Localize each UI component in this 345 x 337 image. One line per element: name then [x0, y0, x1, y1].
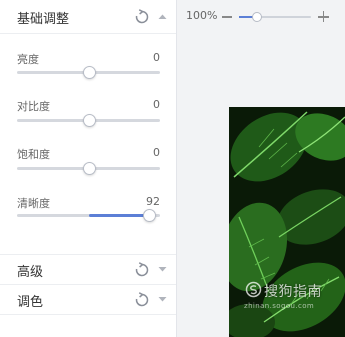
clarity-label: 清晰度 — [17, 197, 50, 210]
section-title-color: 调色 — [17, 294, 44, 310]
brightness-value: 0 — [153, 51, 160, 64]
divider — [0, 33, 176, 34]
contrast-slider-thumb[interactable] — [82, 114, 96, 127]
section-header-advanced[interactable]: 高级 — [0, 255, 176, 285]
contrast-label: 对比度 — [17, 100, 50, 113]
clarity-slider[interactable] — [17, 209, 160, 222]
zoom-percent: 100% — [186, 9, 218, 22]
section-title-advanced: 高级 — [17, 264, 44, 280]
brightness-label: 亮度 — [17, 53, 39, 66]
reset-icon[interactable] — [134, 9, 150, 25]
adjust-panel: 基础调整 亮度 0 对比度 0 饱和度 0 清晰度 92 高级 调色 — [0, 0, 177, 337]
watermark-text: 搜狗指南 — [264, 284, 322, 300]
brightness-slider[interactable] — [17, 66, 160, 79]
saturation-slider[interactable] — [17, 162, 160, 175]
section-header-basic[interactable]: 基础调整 — [0, 2, 176, 32]
divider — [0, 314, 176, 315]
reset-icon[interactable] — [134, 292, 150, 308]
saturation-label: 饱和度 — [17, 148, 50, 161]
brightness-slider-thumb[interactable] — [82, 66, 96, 79]
zoom-slider[interactable] — [239, 12, 311, 22]
chevron-down-icon[interactable] — [158, 296, 167, 303]
clarity-slider-thumb[interactable] — [142, 209, 156, 222]
saturation-slider-thumb[interactable] — [82, 162, 96, 175]
clarity-value: 92 — [146, 195, 160, 208]
section-header-color[interactable]: 调色 — [0, 285, 176, 315]
reset-icon[interactable] — [134, 262, 150, 278]
watermark-url: zhinan.sogou.com — [244, 302, 315, 310]
section-title-basic: 基础调整 — [17, 11, 70, 27]
zoom-slider-thumb[interactable] — [252, 12, 262, 22]
chevron-down-icon[interactable] — [158, 266, 167, 273]
minus-icon[interactable] — [222, 16, 232, 18]
chevron-up-icon[interactable] — [158, 13, 167, 20]
sogou-logo-icon — [245, 281, 262, 298]
saturation-value: 0 — [153, 146, 160, 159]
plus-icon[interactable] — [318, 11, 329, 22]
slider-fill — [88, 214, 149, 217]
contrast-value: 0 — [153, 98, 160, 111]
contrast-slider[interactable] — [17, 114, 160, 127]
